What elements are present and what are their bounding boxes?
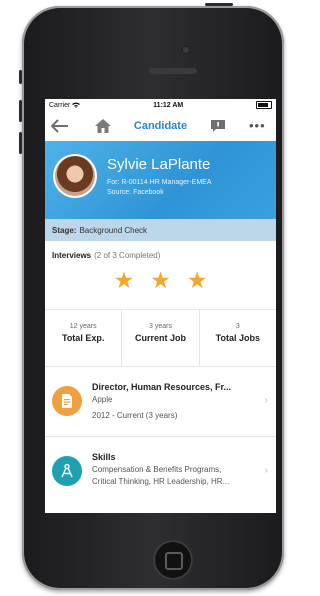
- compass-icon: [52, 456, 82, 486]
- carrier-group: Carrier: [49, 101, 81, 109]
- skills-title: Skills: [92, 452, 116, 462]
- stage-label: Stage:: [52, 225, 77, 235]
- job-company: Apple: [92, 395, 113, 404]
- interview-stars: ★ ★ ★: [52, 269, 269, 292]
- mute-switch: [19, 70, 22, 84]
- status-bar: Carrier 11:12 AM: [45, 99, 276, 111]
- job-text: Director, Human Resources, Fr... Apple 2…: [92, 382, 252, 422]
- job-title: Director, Human Resources, Fr...: [92, 382, 232, 392]
- experience-stats: 12 years Total Exp. 3 years Current Job …: [45, 309, 276, 367]
- stat-value: 3: [235, 323, 240, 330]
- earpiece-speaker: [149, 68, 197, 74]
- skills-text: Skills Compensation & Benefits Programs,…: [92, 452, 252, 488]
- volume-up-button: [19, 100, 22, 122]
- interviews-heading: Interviews (2 of 3 Completed): [52, 251, 269, 260]
- home-button-icon: [165, 552, 183, 570]
- candidate-header: Sylvie LaPlante For: R-00114 HR Manager-…: [45, 141, 276, 219]
- home-icon[interactable]: [94, 117, 112, 135]
- stat-label: Total Exp.: [61, 333, 105, 343]
- status-time: 11:12 AM: [153, 101, 184, 109]
- volume-down-button: [19, 132, 22, 154]
- stat-total-jobs: 3 Total Jobs: [200, 310, 276, 366]
- wifi-icon: [72, 102, 81, 108]
- front-camera: [182, 46, 190, 54]
- skills-line-1: Compensation & Benefits Programs,: [92, 465, 222, 474]
- nav-title: Candidate: [133, 120, 188, 132]
- stat-label: Total Jobs: [215, 333, 260, 343]
- stage-value: Background Check: [79, 225, 148, 235]
- skills-line-2: Critical Thinking, HR Leadership, HR...: [92, 477, 230, 486]
- stat-label: Current Job: [134, 333, 186, 343]
- app-screen: Carrier 11:12 AM Candidate ••• Sylvie La…: [45, 99, 276, 513]
- chevron-right-icon: ›: [264, 395, 268, 406]
- interviews-label: Interviews: [52, 251, 92, 260]
- star-icon: ★: [150, 267, 171, 293]
- list-item-current-job[interactable]: Director, Human Resources, Fr... Apple 2…: [45, 367, 276, 437]
- more-icon[interactable]: •••: [249, 118, 266, 133]
- avatar[interactable]: [53, 154, 97, 198]
- avatar-photo: [55, 156, 95, 196]
- stat-current-job: 3 years Current Job: [122, 310, 200, 366]
- candidate-source: Source: Facebook: [107, 189, 164, 196]
- interviews-section[interactable]: Interviews (2 of 3 Completed) ★ ★ ★: [45, 241, 276, 309]
- power-button: [205, 3, 233, 6]
- stage-bar: Stage: Background Check: [45, 219, 276, 241]
- battery-icon: [255, 101, 272, 109]
- document-icon: [52, 386, 82, 416]
- message-icon[interactable]: [210, 119, 226, 132]
- stat-total-experience: 12 years Total Exp.: [45, 310, 123, 366]
- star-icon: ★: [186, 267, 208, 293]
- candidate-name: Sylvie LaPlante: [107, 156, 211, 173]
- candidate-requisition: For: R-00114 HR Manager-EMEA: [107, 179, 212, 186]
- star-icon: ★: [113, 267, 135, 293]
- chevron-right-icon: ›: [264, 465, 268, 476]
- stat-value: 12 years: [69, 323, 97, 330]
- job-dates: 2012 - Current (3 years): [92, 411, 178, 420]
- navigation-bar: Candidate •••: [45, 111, 276, 141]
- carrier-label: Carrier: [49, 101, 71, 109]
- list-item-skills[interactable]: Skills Compensation & Benefits Programs,…: [45, 437, 276, 507]
- interviews-progress: (2 of 3 Completed): [94, 251, 161, 260]
- stat-value: 3 years: [149, 323, 172, 330]
